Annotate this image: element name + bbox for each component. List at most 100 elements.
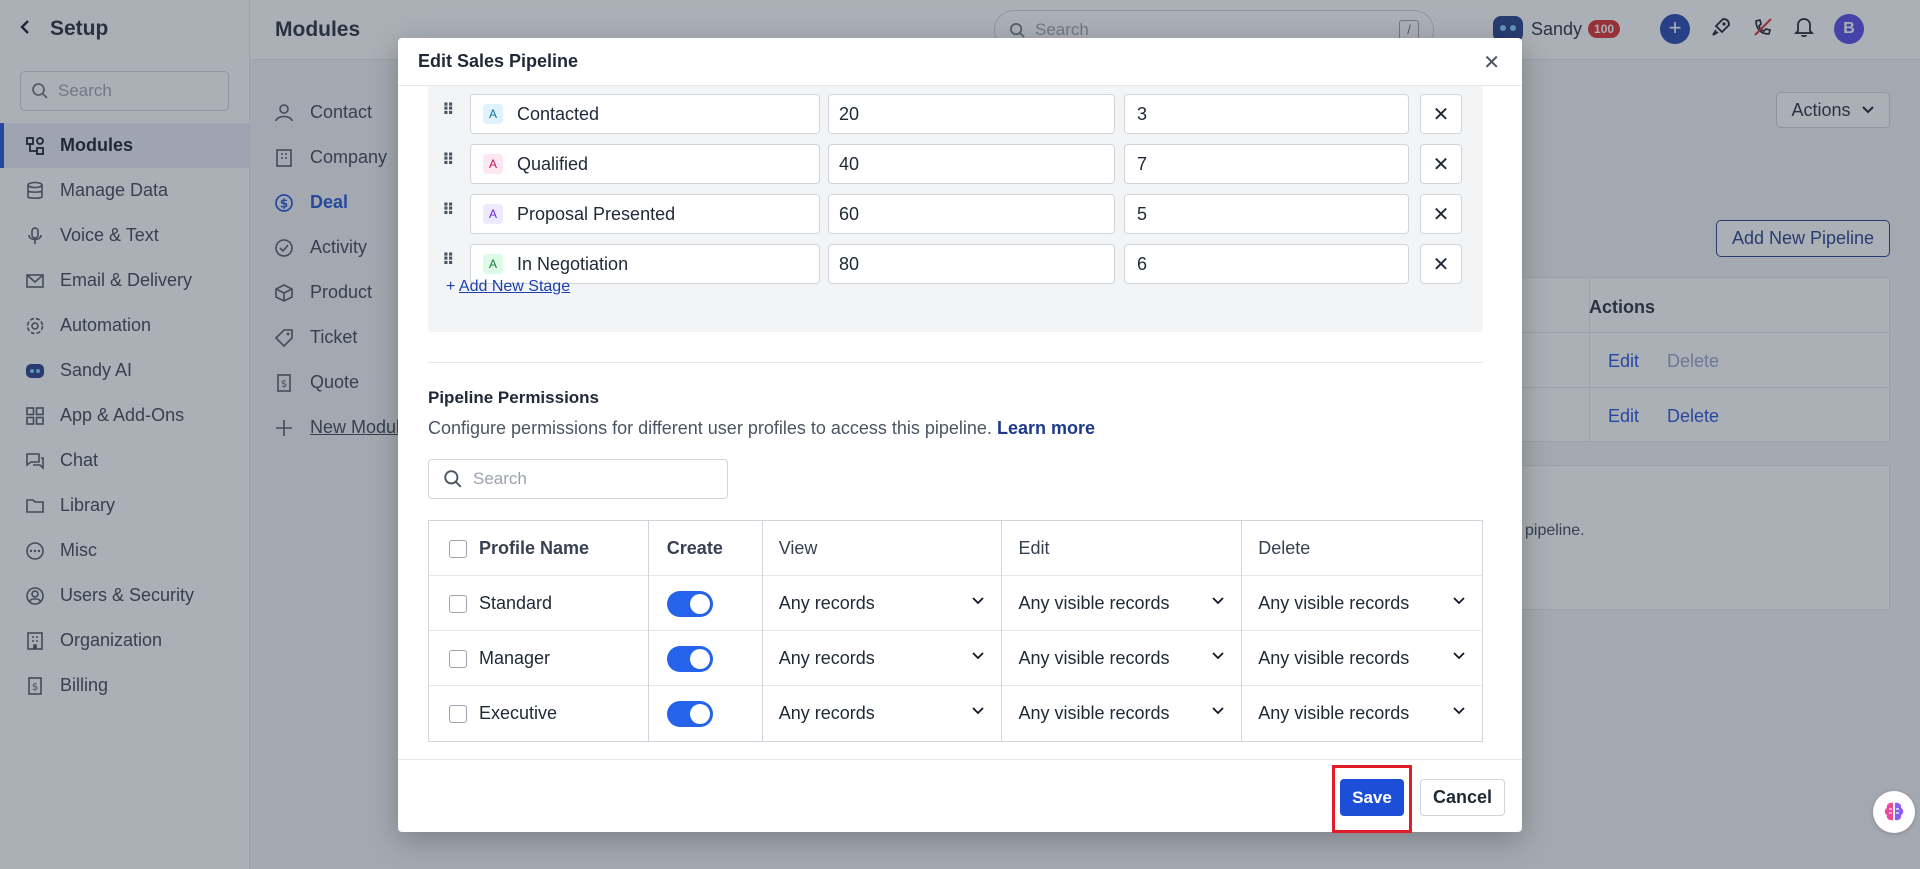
table-row: Manager Any records Any visible records … — [429, 631, 1482, 686]
edit-select[interactable]: Any visible records — [1002, 631, 1243, 686]
stage-days-input[interactable]: 6 — [1124, 244, 1409, 284]
stage-probability-input[interactable]: 20 — [828, 94, 1115, 134]
delete-select[interactable]: Any visible records — [1242, 576, 1482, 631]
view-select-value: Any records — [778, 593, 875, 613]
permissions-description-text: Configure permissions for different user… — [428, 418, 992, 438]
edit-select-value: Any visible records — [1018, 648, 1170, 668]
row-checkbox[interactable] — [449, 649, 467, 668]
profile-name: Standard — [479, 593, 553, 613]
stage-days-input[interactable]: 7 — [1124, 144, 1409, 184]
stage-probability-input[interactable]: 40 — [828, 144, 1115, 184]
stage-name-input[interactable]: A Contacted — [470, 94, 820, 134]
table-row: Standard Any records Any visible records… — [429, 576, 1482, 631]
permissions-search-input[interactable]: Search — [428, 459, 728, 499]
header-edit: Edit — [1002, 521, 1243, 576]
permissions-title: Pipeline Permissions — [428, 388, 600, 407]
create-toggle[interactable] — [666, 700, 713, 727]
edit-select-value: Any visible records — [1018, 703, 1170, 723]
search-icon — [444, 470, 462, 488]
header-create: Create — [649, 521, 763, 576]
stage-color-icon[interactable]: A — [483, 104, 503, 124]
stage-row: ⠿ A Qualified 40 7 ✕ — [428, 144, 1483, 184]
modal-header: Edit Sales Pipeline ✕ — [398, 38, 1522, 86]
drag-handle-icon[interactable]: ⠿ — [442, 150, 456, 170]
drag-handle-icon[interactable]: ⠿ — [442, 100, 456, 120]
delete-select[interactable]: Any visible records — [1242, 631, 1482, 686]
close-icon[interactable]: ✕ — [1483, 50, 1500, 75]
stage-probability-input[interactable]: 60 — [828, 194, 1115, 234]
chevron-down-icon — [1212, 597, 1224, 605]
stage-row: ⠿ A Proposal Presented 60 5 ✕ — [428, 194, 1483, 234]
delete-select-value: Any visible records — [1258, 703, 1410, 723]
header-delete: Delete — [1258, 538, 1311, 558]
add-new-stage-label: Add New Stage — [458, 278, 571, 295]
section-divider — [428, 362, 1483, 363]
create-cell — [649, 631, 763, 686]
edit-select[interactable]: Any visible records — [1002, 576, 1243, 631]
profile-cell: Manager — [429, 631, 649, 686]
add-new-stage-link[interactable]: + Add New Stage — [446, 278, 570, 296]
stage-name-value: Proposal Presented — [517, 203, 676, 224]
create-cell — [649, 686, 763, 741]
stage-name-value: Contacted — [517, 103, 600, 124]
stage-days-input[interactable]: 3 — [1124, 94, 1409, 134]
stage-row: ⠿ A Contacted 20 3 ✕ — [428, 94, 1483, 134]
select-all-checkbox[interactable] — [449, 539, 467, 558]
stage-list: ⠿ A Contacted 20 3 ✕ ⠿ A Qualified 40 7 … — [428, 86, 1483, 332]
learn-more-link[interactable]: Learn more — [997, 418, 1095, 438]
stage-name-input[interactable]: A Qualified — [470, 144, 820, 184]
stage-name-value: In Negotiation — [517, 253, 629, 274]
stage-color-icon[interactable]: A — [483, 204, 503, 224]
chevron-down-icon — [1453, 707, 1465, 715]
remove-stage-button[interactable]: ✕ — [1420, 194, 1462, 234]
profile-cell: Executive — [429, 686, 649, 741]
stage-probability-input[interactable]: 80 — [828, 244, 1115, 284]
stage-row: ⠿ A In Negotiation 80 6 ✕ — [428, 244, 1483, 284]
plus-icon: + — [446, 278, 456, 295]
delete-select-value: Any visible records — [1258, 648, 1410, 668]
stage-color-icon[interactable]: A — [483, 154, 503, 174]
create-cell — [649, 576, 763, 631]
stage-color-icon[interactable]: A — [483, 254, 503, 274]
permissions-description: Configure permissions for different user… — [428, 418, 1095, 439]
profile-cell: Standard — [429, 576, 649, 631]
view-select-value: Any records — [778, 648, 875, 668]
header-profile-name: Profile Name — [429, 521, 649, 576]
edit-select-value: Any visible records — [1018, 593, 1170, 613]
row-checkbox[interactable] — [449, 704, 467, 723]
view-select[interactable]: Any records — [763, 686, 1003, 741]
save-button[interactable]: Save — [1340, 779, 1404, 816]
permissions-search-placeholder: Search — [473, 469, 527, 488]
stage-name-input[interactable]: A Proposal Presented — [470, 194, 820, 234]
chevron-down-icon — [972, 652, 985, 660]
table-header-row: Profile Name Create View Edit Delete — [429, 521, 1482, 576]
chevron-down-icon — [1212, 652, 1224, 660]
edit-pipeline-modal: Edit Sales Pipeline ✕ ⠿ A Contacted 20 3… — [398, 38, 1522, 833]
chevron-down-icon — [1453, 652, 1465, 660]
permissions-table: Profile Name Create View Edit Delete Sta… — [428, 520, 1483, 742]
cancel-button[interactable]: Cancel — [1420, 779, 1505, 816]
drag-handle-icon[interactable]: ⠿ — [442, 200, 456, 220]
row-checkbox[interactable] — [449, 594, 467, 613]
header-label: Profile Name — [479, 538, 590, 558]
ai-assistant-button[interactable] — [1873, 791, 1915, 833]
create-toggle[interactable] — [666, 645, 713, 672]
profile-name: Executive — [479, 703, 558, 723]
table-row: Executive Any records Any visible record… — [429, 686, 1482, 741]
stage-name-value: Qualified — [517, 153, 589, 174]
stage-days-input[interactable]: 5 — [1124, 194, 1409, 234]
chevron-down-icon — [1212, 707, 1224, 715]
delete-select[interactable]: Any visible records — [1242, 686, 1482, 741]
edit-select[interactable]: Any visible records — [1002, 686, 1243, 741]
brain-icon — [1884, 802, 1904, 821]
remove-stage-button[interactable]: ✕ — [1420, 244, 1462, 284]
profile-name: Manager — [479, 648, 551, 668]
remove-stage-button[interactable]: ✕ — [1420, 94, 1462, 134]
create-toggle[interactable] — [666, 590, 713, 617]
chevron-down-icon — [972, 707, 985, 715]
view-select[interactable]: Any records — [763, 631, 1003, 686]
drag-handle-icon[interactable]: ⠿ — [442, 250, 456, 270]
remove-stage-button[interactable]: ✕ — [1420, 144, 1462, 184]
view-select[interactable]: Any records — [763, 576, 1003, 631]
chevron-down-icon — [1453, 597, 1465, 605]
